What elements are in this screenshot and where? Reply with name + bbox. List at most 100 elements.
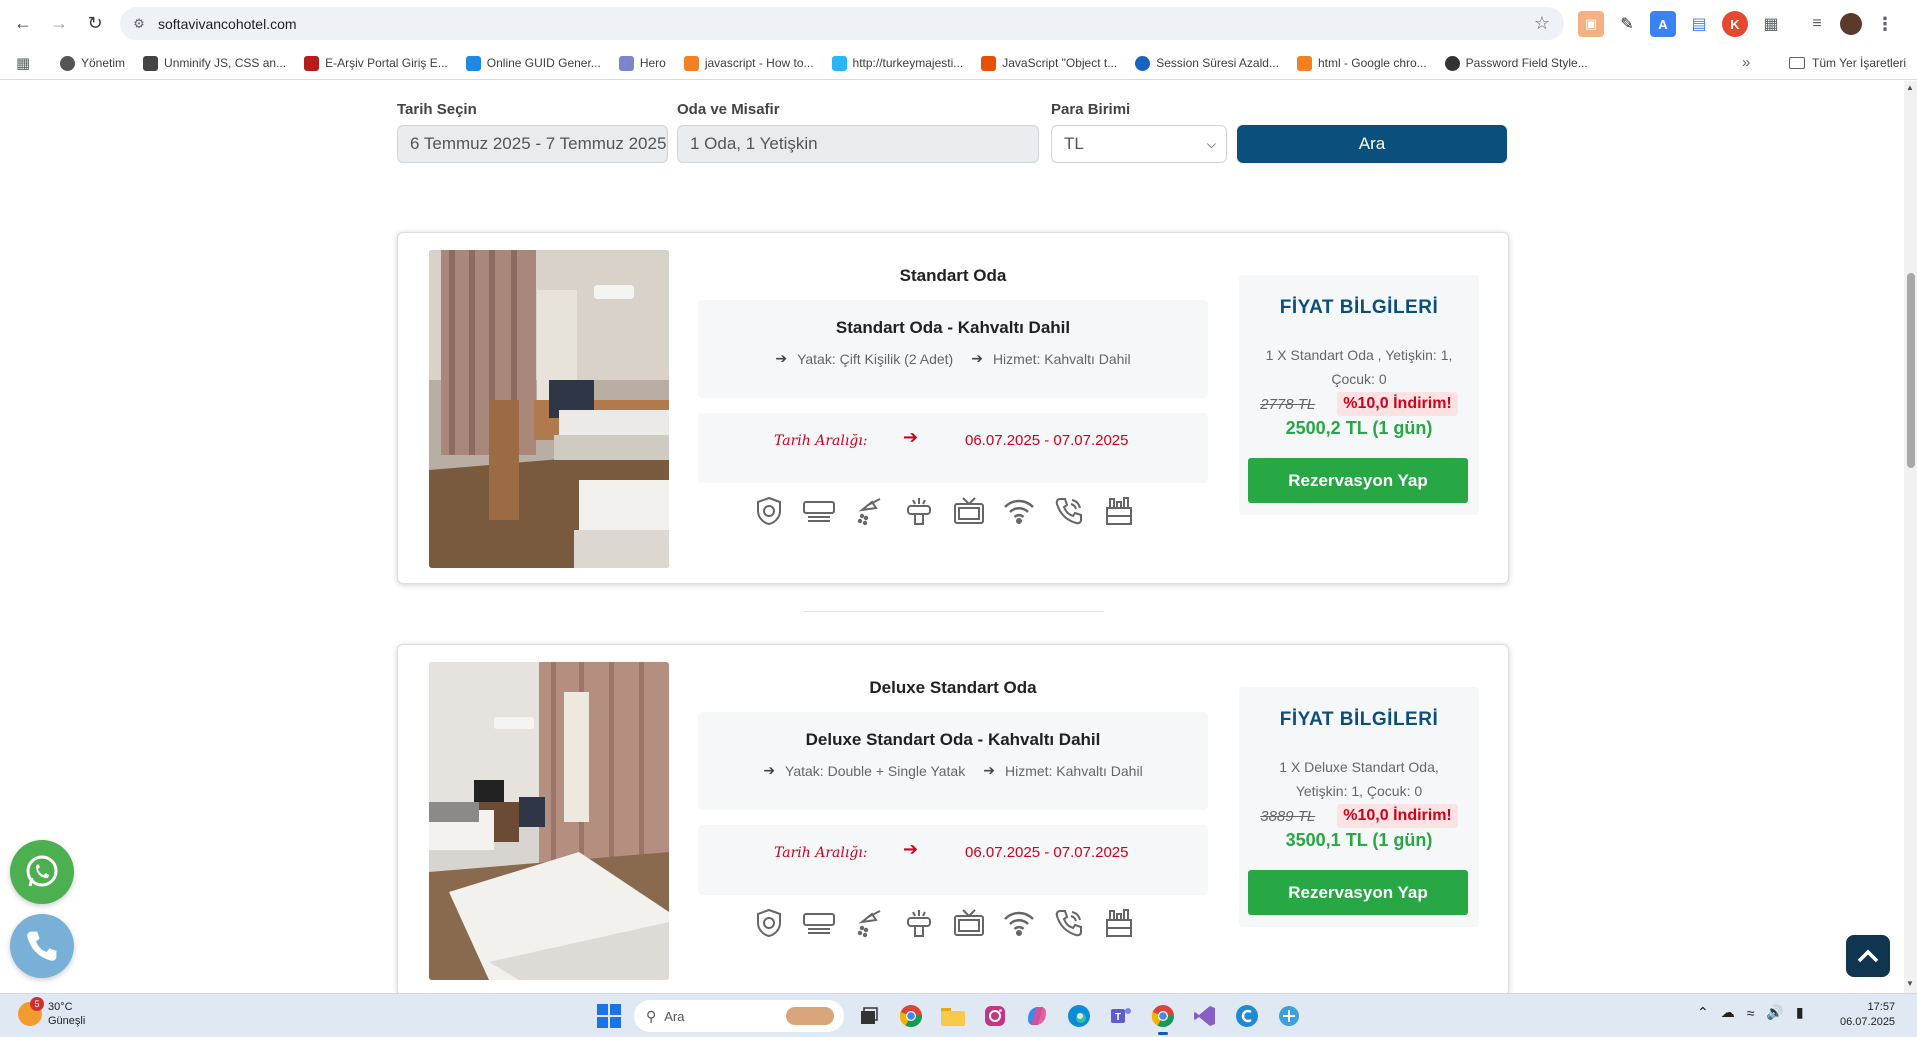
- reservation-button[interactable]: Rezervasyon Yap: [1248, 870, 1468, 915]
- more-bookmarks-icon[interactable]: »: [1742, 54, 1750, 71]
- search-icon: ⚲: [646, 1007, 657, 1024]
- safe-icon: [753, 495, 785, 527]
- address-bar[interactable]: ⚙ softavivancohotel.com ☆: [120, 7, 1564, 40]
- scroll-up-arrow-icon[interactable]: ▲: [1906, 83, 1914, 92]
- sun-icon: 5: [18, 997, 44, 1026]
- visual-studio-icon[interactable]: [1188, 999, 1222, 1033]
- onedrive-icon[interactable]: ☁: [1721, 1004, 1735, 1021]
- arrow-right-icon: ➔: [983, 762, 995, 778]
- service-feature: ➔ Hizmet: Kahvaltı Dahil: [983, 762, 1143, 779]
- puzzle-icon[interactable]: ▦: [1758, 11, 1784, 37]
- reload-icon[interactable]: ↻: [80, 8, 110, 38]
- bookmark-item[interactable]: Password Field Style...: [1444, 55, 1588, 71]
- bookmark-item[interactable]: Hero: [618, 55, 666, 71]
- teams-icon[interactable]: T: [1104, 999, 1138, 1033]
- translate-extension-icon[interactable]: A: [1650, 11, 1676, 37]
- task-view-icon[interactable]: [852, 999, 886, 1033]
- volume-icon[interactable]: 🔊: [1766, 1004, 1783, 1021]
- more-menu-icon[interactable]: ⋮: [1872, 11, 1898, 37]
- bookmark-favicon: [1444, 55, 1460, 71]
- weather-widget[interactable]: 5 30°C Güneşli: [18, 997, 85, 1028]
- bookmark-star-icon[interactable]: ☆: [1534, 13, 1550, 34]
- package-box: Standart Oda - Kahvaltı Dahil ➔ Yatak: Çi…: [698, 300, 1208, 398]
- bookmark-item[interactable]: E-Arşiv Portal Giriş E...: [304, 55, 448, 71]
- new-price: 3500,1 TL (1 gün): [1285, 830, 1433, 850]
- apps-grid-icon[interactable]: ▦: [16, 54, 38, 72]
- air-conditioner-icon: [803, 907, 835, 939]
- extensions-area: ▣ ✎ A ▤ K ▦ ≡ ⋮: [1578, 11, 1898, 37]
- bookmark-favicon: [1135, 55, 1151, 71]
- taskbar-clock[interactable]: 17:57 06.07.2025: [1840, 1000, 1895, 1030]
- chevron-up-icon[interactable]: ⌃: [1697, 1004, 1709, 1021]
- date-label: Tarih Seçin: [397, 101, 477, 118]
- package-features: ➔ Yatak: Çift Kişilik (2 Adet) ➔ Hizmet: K…: [698, 350, 1208, 367]
- bookmark-item[interactable]: Yönetim: [60, 55, 125, 71]
- chrome-icon[interactable]: [894, 999, 928, 1033]
- reservation-button[interactable]: Rezervasyon Yap: [1248, 458, 1468, 503]
- hair-dryer-icon: [903, 495, 935, 527]
- bookmark-item[interactable]: Session Süresi Azald...: [1135, 55, 1279, 71]
- wifi-icon[interactable]: ≈: [1747, 1005, 1755, 1021]
- wifi-icon: [1003, 495, 1035, 527]
- windows-start-icon[interactable]: [592, 999, 626, 1033]
- taskbar-search[interactable]: ⚲ Ara: [634, 1000, 844, 1032]
- bookmark-item[interactable]: JavaScript "Object t...: [981, 55, 1117, 71]
- bookmark-item[interactable]: Unminify JS, CSS an...: [143, 55, 286, 71]
- new-price: 2500,2 TL (1 gün): [1285, 418, 1433, 438]
- bookmark-favicon: [465, 55, 481, 71]
- shower-icon: [853, 907, 885, 939]
- profile-avatar[interactable]: [1840, 13, 1862, 35]
- k-extension-icon[interactable]: K: [1722, 11, 1748, 37]
- back-icon[interactable]: ←: [8, 8, 38, 38]
- instagram-icon[interactable]: [978, 999, 1012, 1033]
- chrome-active-icon[interactable]: [1146, 999, 1180, 1035]
- call-button[interactable]: [10, 914, 74, 978]
- room-title: Standart Oda: [899, 266, 1007, 285]
- scroll-down-arrow-icon[interactable]: ▼: [1906, 979, 1914, 988]
- bookmark-favicon: [1296, 55, 1312, 71]
- amenities-row: [753, 495, 1135, 527]
- file-explorer-icon[interactable]: [936, 999, 970, 1033]
- reading-list-icon[interactable]: ≡: [1804, 11, 1830, 37]
- search-button[interactable]: Ara: [1237, 125, 1507, 163]
- forward-icon[interactable]: →: [44, 8, 74, 38]
- copilot-icon[interactable]: [1020, 999, 1054, 1033]
- package-box: Deluxe Standart Oda - Kahvaltı Dahil ➔ Ya…: [698, 712, 1208, 810]
- bookmark-item[interactable]: javascript - How to...: [683, 55, 814, 71]
- bookmark-item[interactable]: html - Google chro...: [1296, 55, 1427, 71]
- bookmarks-bar: ▦ Yönetim Unminify JS, CSS an... E-Arşiv…: [0, 46, 1917, 80]
- network-app-icon[interactable]: [1272, 999, 1306, 1033]
- price-description: 1 X Standart Oda , Yetişkin: 1, Çocuk: 0: [1265, 347, 1453, 387]
- temperature: 30°C: [48, 1001, 73, 1013]
- bookmark-item[interactable]: http://turkeymajesti...: [831, 55, 963, 71]
- all-bookmarks-folder[interactable]: Tüm Yer İşaretleri: [1789, 56, 1906, 70]
- browser-toolbar: ← → ↻ ⚙ softavivancohotel.com ☆ ▣ ✎ A ▤ …: [0, 0, 1917, 46]
- battery-icon[interactable]: ▮: [1796, 1004, 1804, 1021]
- bookmark-favicon: [683, 55, 699, 71]
- room-card: Standart Oda Standart Oda - Kahvaltı Dah…: [397, 232, 1509, 584]
- scrollbar-thumb[interactable]: [1907, 273, 1915, 468]
- room-card: Deluxe Standart Oda Deluxe Standart Oda …: [397, 644, 1509, 993]
- chevron-down-icon: ⌵: [1206, 136, 1216, 151]
- document-extension-icon[interactable]: ▤: [1686, 11, 1712, 37]
- app-c-icon[interactable]: [1230, 999, 1264, 1033]
- price-heading: FİYAT BİLGİLERİ: [1279, 297, 1439, 318]
- page-content: Tarih Seçin 6 Temmuz 2025 - 7 Temmuz 202…: [0, 81, 1900, 993]
- edge-icon[interactable]: [1062, 999, 1096, 1033]
- room-guests-input[interactable]: 1 Oda, 1 Yetişkin: [677, 125, 1039, 163]
- currency-select[interactable]: TL ⌵: [1051, 125, 1227, 163]
- eyedropper-icon[interactable]: ✎: [1614, 11, 1640, 37]
- whatsapp-button[interactable]: [10, 840, 74, 904]
- chevron-up-icon: [1857, 949, 1879, 963]
- search-highlight-image: [786, 1007, 834, 1025]
- bed-feature: ➔ Yatak: Double + Single Yatak: [763, 762, 966, 779]
- url-text[interactable]: softavivancohotel.com: [158, 16, 297, 32]
- site-info-icon[interactable]: ⚙: [130, 15, 148, 33]
- page-scrollbar[interactable]: ▲ ▼: [1904, 81, 1917, 993]
- bookmark-item[interactable]: Online GUID Gener...: [465, 55, 601, 71]
- weather-text: 30°C Güneşli: [48, 1000, 85, 1028]
- scroll-to-top-button[interactable]: [1846, 935, 1890, 977]
- date-range-input[interactable]: 6 Temmuz 2025 - 7 Temmuz 2025: [397, 125, 668, 163]
- extension-icon[interactable]: ▣: [1578, 11, 1604, 37]
- svg-text:T: T: [1115, 1012, 1121, 1023]
